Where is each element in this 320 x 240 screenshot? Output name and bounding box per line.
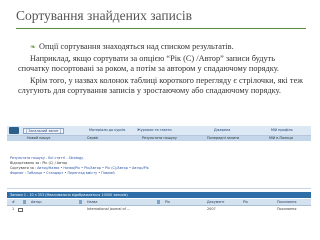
leaf-bullet-icon: ❧: [30, 43, 36, 51]
col-year-2[interactable]: Рік: [243, 199, 248, 205]
row-checkbox[interactable]: [18, 207, 23, 212]
nav-results[interactable]: Результати пошуку: [142, 136, 177, 141]
row-link[interactable]: Посилання: [277, 206, 296, 212]
sort-options-label: Сортувати за :: [10, 166, 37, 170]
catalog-screenshot: [ Загальний запит ] Матеріали до курсів …: [7, 126, 311, 232]
sort-arrows-icon[interactable]: [157, 199, 160, 204]
bullet-item: ❧ Опції сортування знаходяться над списко…: [18, 42, 308, 53]
catalog-second-nav: Новий пошук Сервіс Результати пошуку Поп…: [7, 136, 311, 141]
col-year[interactable]: Рік: [165, 199, 170, 205]
slide-body: ❧ Опції сортування знаходяться над списко…: [18, 42, 308, 98]
tab-profile[interactable]: Мій профіль: [269, 128, 295, 133]
library-logo-icon: [9, 127, 19, 134]
row-number: 1: [12, 207, 15, 211]
paragraph-1: Наприклад, якщо сортувати за опцією “Рік…: [18, 53, 280, 74]
sorted-by-label: Відсортовано за : Рік (С) / Автор: [10, 161, 68, 165]
tab-sources[interactable]: Джерела: [212, 128, 232, 133]
title-divider: [16, 28, 306, 29]
col-links: Посилання: [277, 200, 297, 204]
results-breadcrumb: Результати пошуку - Всі статті - Stratag…: [10, 156, 84, 160]
nav-previous-queries[interactable]: Попередні запити: [207, 136, 239, 141]
col-title[interactable]: Назва: [87, 199, 98, 205]
catalog-top-nav: [ Загальний запит ] Матеріали до курсів …: [7, 126, 311, 136]
divider: [7, 188, 311, 189]
nav-service[interactable]: Сервіс: [87, 136, 98, 141]
bullet-text: Опції сортування знаходяться над списком…: [39, 42, 234, 51]
nav-e-shelf[interactable]: Мій е-Полиця: [269, 136, 293, 141]
sort-arrows-icon[interactable]: [79, 199, 82, 204]
col-number: #: [12, 200, 15, 204]
results-count: Записи 1 - 10 з 353 (Максимально відобра…: [10, 193, 128, 197]
tab-journals[interactable]: Журнали та газети: [135, 128, 174, 133]
slide: Сортування знайдених записів ❧ Опції сорт…: [0, 0, 320, 240]
format-options[interactable]: Формат : Таблиця • Стандарт • Перегляд в…: [10, 171, 115, 175]
results-table-header: # Автор Назва Рік Документ Рік Посилання: [7, 199, 311, 206]
col-document[interactable]: Документ: [207, 199, 225, 205]
paragraph-2: Крім того, у назвах колонок таблиці коро…: [18, 75, 303, 96]
row-document: 2007: [207, 207, 216, 211]
tab-general-search[interactable]: [ Загальний запит ]: [23, 128, 65, 134]
results-count-bar: Записи 1 - 10 з 353 (Максимально відобра…: [7, 192, 311, 198]
sort-arrows-icon[interactable]: [23, 199, 26, 204]
tab-course-materials[interactable]: Матеріали до курсів: [87, 128, 127, 133]
nav-new-search[interactable]: Новий пошук: [27, 136, 51, 141]
slide-title: Сортування знайдених записів: [16, 8, 192, 23]
sort-options[interactable]: Автор/Назва • Назва/Рік • Рік/Автор • Рі…: [37, 166, 149, 170]
sort-options-row: Сортувати за : Автор/Назва • Назва/Рік •…: [10, 166, 149, 170]
col-author[interactable]: Автор: [31, 199, 42, 205]
row-title[interactable]: International Journal of ...: [87, 206, 130, 212]
table-row[interactable]: 1 International Journal of ... 2007 Поси…: [7, 206, 311, 212]
